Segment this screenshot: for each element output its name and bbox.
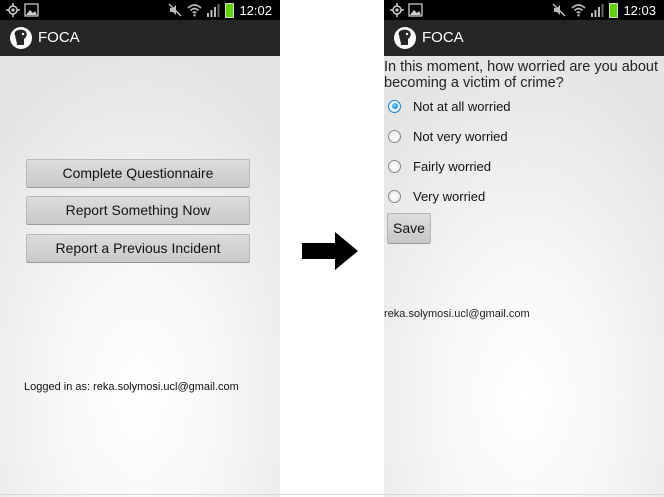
app-logo-icon	[394, 27, 416, 49]
status-time: 12:02	[239, 2, 272, 18]
report-something-now-button[interactable]: Report Something Now	[26, 196, 250, 225]
logged-in-label: Logged in as: reka.solymosi.ucl@gmail.co…	[24, 381, 239, 393]
radio-button-selected[interactable]	[388, 99, 401, 113]
mute-icon	[552, 3, 566, 17]
mute-icon	[168, 3, 182, 17]
option-label: Very worried	[413, 188, 486, 204]
battery-icon	[225, 2, 235, 18]
radio-button[interactable]	[388, 159, 401, 173]
gps-icon	[390, 3, 404, 17]
user-email-label: reka.solymosi.ucl@gmail.com	[384, 308, 530, 320]
app-logo-icon	[10, 27, 32, 49]
radio-button[interactable]	[388, 129, 401, 143]
app-bar: FOCA	[384, 20, 664, 56]
complete-questionnaire-button[interactable]: Complete Questionnaire	[26, 159, 250, 188]
phone-screen-questionnaire: 12:03 FOCA In this moment, how worried a…	[384, 0, 664, 497]
image-notification-icon	[408, 3, 423, 17]
wifi-icon	[571, 4, 586, 17]
battery-icon	[609, 2, 619, 18]
save-button[interactable]: Save	[387, 213, 431, 244]
question-text: In this moment, how worried are you abou…	[384, 59, 659, 91]
option-fairly-worried[interactable]: Fairly worried	[388, 155, 491, 177]
gps-icon	[6, 3, 20, 17]
app-bar: FOCA	[0, 20, 280, 56]
bottom-divider	[0, 494, 664, 495]
option-not-very-worried[interactable]: Not very worried	[388, 125, 508, 147]
report-previous-incident-button[interactable]: Report a Previous Incident	[26, 234, 250, 263]
status-time: 12:03	[623, 2, 656, 18]
signal-icon	[207, 4, 220, 17]
signal-icon	[591, 4, 604, 17]
app-title: FOCA	[422, 29, 464, 46]
right-arrow-icon	[302, 232, 358, 270]
app-title: FOCA	[38, 29, 80, 46]
option-not-at-all-worried[interactable]: Not at all worried	[388, 95, 511, 117]
option-label: Fairly worried	[413, 158, 492, 174]
status-bar: 12:02	[0, 0, 280, 20]
image-notification-icon	[24, 3, 39, 17]
phone-screen-home: 12:02 FOCA Complete Questionnaire Report…	[0, 0, 280, 497]
option-very-worried[interactable]: Very worried	[388, 185, 485, 207]
option-label: Not very worried	[413, 128, 508, 144]
status-bar: 12:03	[384, 0, 664, 20]
option-label: Not at all worried	[413, 98, 511, 114]
wifi-icon	[187, 4, 202, 17]
radio-button[interactable]	[388, 189, 401, 203]
